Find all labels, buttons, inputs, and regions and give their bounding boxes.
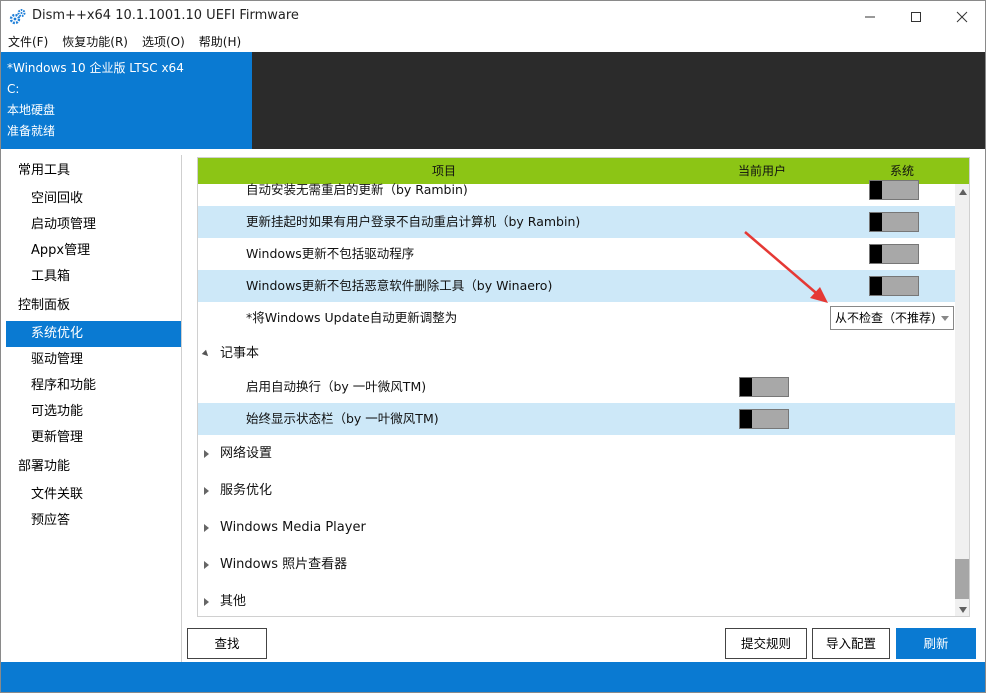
toggle-knob [870,181,882,199]
title-bar[interactable]: Dism++x64 10.1.1001.10 UEFI Firmware [1,1,985,32]
collapsed-arrow-icon [204,561,209,569]
sidebar-item-appx-manager[interactable]: Appx管理 [6,238,181,264]
collapsed-arrow-icon [204,450,209,458]
collapsed-arrow-icon [204,598,209,606]
table-row[interactable]: Windows更新不包括恶意软件删除工具（by Winaero) [198,270,955,302]
row-label: Windows更新不包括恶意软件删除工具（by Winaero) [246,278,553,293]
status-bar [1,662,985,692]
toggle-knob [740,410,752,428]
submit-rules-button[interactable]: 提交规则 [725,628,807,659]
table-row[interactable]: *将Windows Update自动更新调整为 从不检查（不推荐) [198,302,955,334]
group-other[interactable]: 其他 [198,585,955,616]
toggle-knob [870,245,882,263]
group-photo-viewer[interactable]: Windows 照片查看器 [198,548,955,582]
collapsed-arrow-icon [204,524,209,532]
update-mode-dropdown[interactable]: 从不检查（不推荐) [830,306,954,330]
minimize-button[interactable] [847,1,893,32]
sidebar-item-system-optimization[interactable]: 系统优化 [6,321,181,347]
group-label: 记事本 [220,346,260,361]
group-label: Windows 照片查看器 [220,557,348,572]
image-disk-type: 本地硬盘 [7,103,56,117]
group-label: 网络设置 [220,446,273,461]
table-row[interactable]: Windows更新不包括驱动程序 [198,238,955,270]
menu-file[interactable]: 文件(F) [1,32,55,52]
table-row[interactable]: 更新挂起时如果有用户登录不自动重启计算机（by Rambin) [198,206,955,238]
group-notepad[interactable]: 记事本 [198,337,955,371]
image-list-area [252,52,985,149]
image-status: 准备就绪 [7,124,56,138]
menu-bar: 文件(F) 恢复功能(R) 选项(O) 帮助(H) [1,32,985,52]
system-toggle[interactable] [869,212,919,232]
group-service-optimization[interactable]: 服务优化 [198,474,955,508]
row-label: 始终显示状态栏（by 一叶微风TM) [246,411,439,426]
optimization-grid: 项目 当前用户 系统 自动安装无需重启的更新（by Rambin) 更新挂起时如… [197,157,970,617]
scroll-down-button[interactable] [955,602,969,616]
scroll-up-button[interactable] [955,184,969,200]
vertical-scrollbar[interactable] [955,184,969,616]
menu-help[interactable]: 帮助(H) [192,32,248,52]
sidebar-item-startup-manager[interactable]: 启动项管理 [6,212,181,238]
chevron-down-icon [941,316,949,321]
image-drive: C: [7,82,20,96]
row-label: 更新挂起时如果有用户登录不自动重启计算机（by Rambin) [246,214,581,229]
collapsed-arrow-icon [204,487,209,495]
menu-options[interactable]: 选项(O) [135,32,192,52]
row-label: Windows更新不包括驱动程序 [246,246,415,261]
system-toggle[interactable] [869,244,919,264]
image-info-panel[interactable]: *Windows 10 企业版 LTSC x64 C: 本地硬盘 准备就绪 [1,52,252,149]
row-label: 启用自动换行（by 一叶微风TM) [246,379,427,394]
group-label: Windows Media Player [220,520,366,535]
close-icon [956,11,968,22]
sidebar-item-file-association[interactable]: 文件关联 [6,482,181,508]
row-label: 自动安装无需重启的更新（by Rambin) [246,182,468,197]
sidebar-item-programs-features[interactable]: 程序和功能 [6,373,181,399]
maximize-button[interactable] [893,1,939,32]
maximize-icon [911,11,921,22]
table-row[interactable]: 启用自动换行（by 一叶微风TM) [198,371,955,403]
menu-recovery[interactable]: 恢复功能(R) [55,32,135,52]
current-user-toggle[interactable] [739,377,789,397]
main-window: Dism++x64 10.1.1001.10 UEFI Firmware 文件(… [0,0,986,693]
current-user-toggle[interactable] [739,409,789,429]
nav-group-common-tools: 常用工具 [18,163,71,178]
row-label: *将Windows Update自动更新调整为 [246,310,458,325]
find-button[interactable]: 查找 [187,628,267,659]
dropdown-value: 从不检查（不推荐) [835,311,936,325]
sidebar-item-update-manager[interactable]: 更新管理 [6,425,181,451]
import-config-button[interactable]: 导入配置 [812,628,890,659]
refresh-button[interactable]: 刷新 [896,628,976,659]
system-toggle[interactable] [869,180,919,200]
close-button[interactable] [939,1,985,32]
table-row[interactable]: 自动安装无需重启的更新（by Rambin) [198,174,955,206]
table-row[interactable]: 始终显示状态栏（by 一叶微风TM) [198,403,955,435]
scrollbar-thumb[interactable] [955,559,969,599]
window-title: Dism++x64 10.1.1001.10 UEFI Firmware [32,8,299,23]
group-label: 其他 [220,594,247,609]
group-label: 服务优化 [220,483,273,498]
expanded-arrow-icon [201,349,211,359]
sidebar-item-toolbox[interactable]: 工具箱 [6,264,181,290]
group-network-settings[interactable]: 网络设置 [198,437,955,471]
sidebar-item-space-cleanup[interactable]: 空间回收 [6,186,181,212]
sidebar-item-pre-answer[interactable]: 预应答 [6,508,181,534]
sidebar-item-optional-features[interactable]: 可选功能 [6,399,181,425]
sidebar-item-driver-manager[interactable]: 驱动管理 [6,347,181,373]
arrow-down-icon [959,607,967,613]
gears-icon [9,8,27,26]
toggle-knob [870,277,882,295]
nav-group-control-panel: 控制面板 [18,298,71,313]
minimize-icon [865,16,875,17]
group-windows-media-player[interactable]: Windows Media Player [198,511,955,545]
nav-group-deployment: 部署功能 [18,459,71,474]
image-name: *Windows 10 企业版 LTSC x64 [7,61,184,75]
toggle-knob [870,213,882,231]
sidebar: 常用工具 空间回收 启动项管理 Appx管理 工具箱 控制面板 系统优化 驱动管… [6,155,182,663]
system-toggle[interactable] [869,276,919,296]
toggle-knob [740,378,752,396]
arrow-up-icon [959,189,967,195]
